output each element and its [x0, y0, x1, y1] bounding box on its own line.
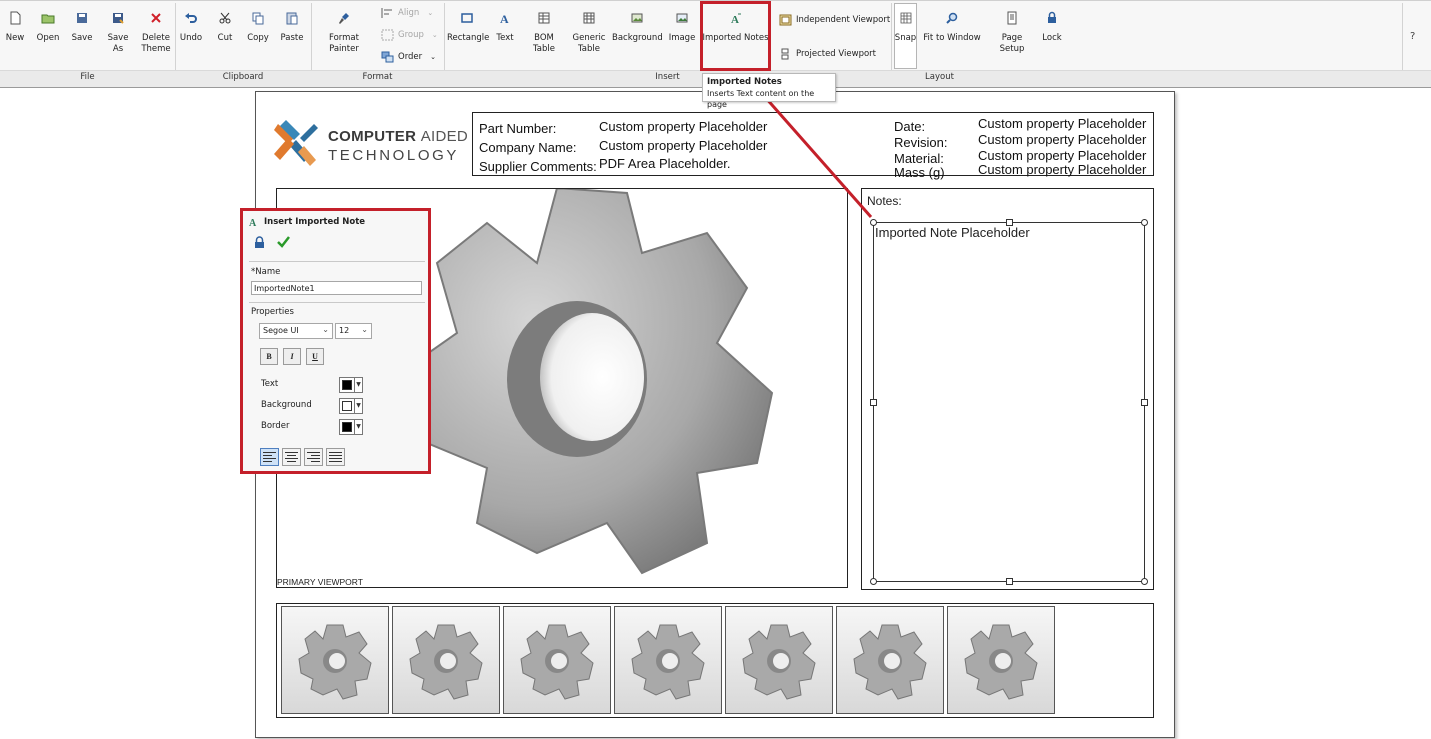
imported-notes-tooltip: Imported Notes Inserts Text content on t…: [702, 73, 836, 109]
insert-imported-note-panel: A Insert Imported Note *Name Properties …: [240, 208, 431, 474]
bold-button[interactable]: B: [260, 348, 278, 365]
font-family-select[interactable]: Segoe UI ⌄: [259, 323, 333, 339]
align-line: [263, 461, 273, 462]
align-line: [263, 458, 276, 459]
callout-arrow: [763, 96, 873, 218]
background-color-label: Background: [261, 400, 312, 410]
text-color-picker[interactable]: ▼: [339, 377, 365, 393]
imported-notes-icon: A: [249, 218, 257, 227]
swatch-fill: [342, 401, 352, 411]
app-window: New Open Save Save As Delete Theme Undo …: [0, 0, 1431, 739]
swatch-fill: [342, 380, 352, 390]
align-justify-button[interactable]: [326, 448, 345, 466]
border-color-label: Border: [261, 421, 290, 431]
divider: [249, 261, 425, 262]
tooltip-title: Imported Notes: [707, 77, 782, 87]
color-swatch: [339, 377, 355, 393]
confirm-checkmark-icon[interactable]: [276, 235, 290, 249]
properties-label: Properties: [251, 307, 294, 317]
align-right-icon: [307, 452, 320, 453]
background-color-picker[interactable]: ▼: [339, 398, 365, 414]
align-line: [329, 461, 342, 462]
chevron-down-icon: ▼: [355, 377, 363, 393]
border-color-picker[interactable]: ▼: [339, 419, 365, 435]
align-left-icon: [263, 452, 276, 453]
lock-icon[interactable]: [253, 236, 266, 249]
align-left-button[interactable]: [260, 448, 279, 466]
align-right-button[interactable]: [304, 448, 323, 466]
italic-button[interactable]: I: [283, 348, 301, 365]
align-line: [263, 455, 273, 456]
name-label: *Name: [251, 267, 281, 277]
align-justify-icon: [329, 452, 342, 453]
underline-button[interactable]: U: [306, 348, 324, 365]
divider: [249, 302, 425, 303]
align-line: [307, 458, 320, 459]
chevron-down-icon: ▼: [355, 398, 363, 414]
align-line: [285, 458, 298, 459]
align-center-icon: [285, 452, 298, 453]
svg-text:A: A: [249, 218, 257, 227]
align-center-button[interactable]: [282, 448, 301, 466]
align-line: [310, 455, 320, 456]
color-swatch: [339, 398, 355, 414]
align-line: [286, 455, 297, 456]
align-line: [329, 455, 342, 456]
font-size-select[interactable]: 12 ⌄: [335, 323, 372, 339]
chevron-down-icon: ▼: [355, 419, 363, 435]
align-line: [329, 458, 342, 459]
align-line: [310, 461, 320, 462]
name-input[interactable]: [251, 281, 422, 295]
color-swatch: [339, 419, 355, 435]
chevron-down-icon: ⌄: [361, 325, 368, 334]
tooltip-description: Inserts Text content on the page: [707, 89, 815, 109]
text-color-label: Text: [261, 379, 279, 389]
chevron-down-icon: ⌄: [322, 325, 329, 334]
panel-title: A Insert Imported Note: [249, 216, 366, 228]
align-line: [286, 461, 297, 462]
swatch-fill: [342, 422, 352, 432]
